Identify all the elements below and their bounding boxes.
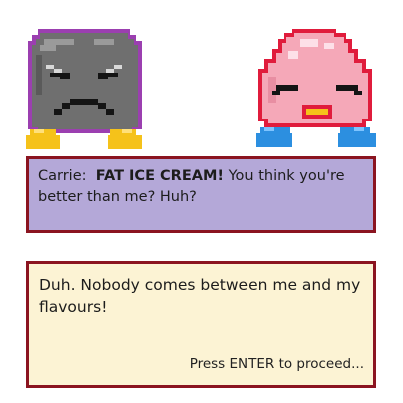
angry-rock-icon [26, 29, 142, 149]
speaker-separator: : [81, 168, 87, 184]
continue-prompt: Press ENTER to proceed... [189, 356, 364, 372]
reply-dialog-box[interactable]: Duh. Nobody comes between me and my flav… [26, 261, 376, 388]
speaker-dialog-box: Carrie: FAT ICE CREAM! You think you're … [26, 156, 376, 233]
speaker-name: Carrie [38, 168, 82, 184]
shout-text: FAT ICE CREAM! [95, 168, 224, 184]
reply-text: Duh. Nobody comes between me and my flav… [39, 276, 361, 316]
fat-ice-cream-icon [256, 29, 376, 147]
